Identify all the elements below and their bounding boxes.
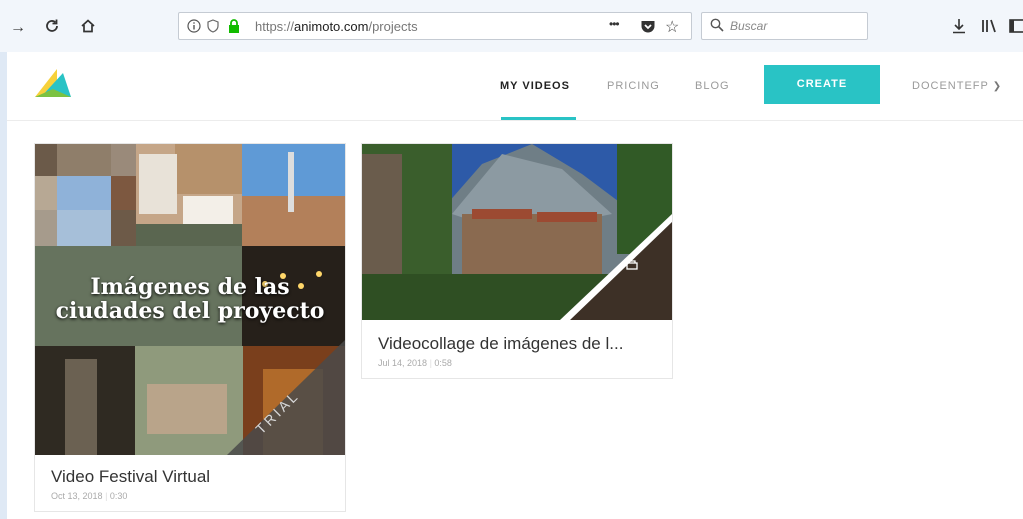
- user-menu[interactable]: DOCENTEFP ❯: [912, 80, 1002, 92]
- pocket-icon[interactable]: [640, 19, 656, 39]
- project-meta: Oct 13, 2018 | 0:30: [51, 491, 128, 501]
- site-page: MY VIDEOS PRICING BLOG CREATE DOCENTEFP …: [7, 52, 1023, 519]
- project-meta: Jul 14, 2018 | 0:58: [378, 358, 452, 368]
- project-duration: 0:30: [109, 491, 128, 501]
- url-bar[interactable]: https://animoto.com/projects ••• ☆: [178, 12, 692, 40]
- project-thumbnail[interactable]: [362, 144, 672, 320]
- project-date: Oct 13, 2018: [51, 491, 103, 501]
- library-icon[interactable]: [979, 18, 999, 38]
- project-card[interactable]: Imágenes de las ciudades del proyecto TR…: [35, 144, 345, 511]
- project-title[interactable]: Videocollage de imágenes de l...: [378, 334, 623, 354]
- lock-icon: [227, 18, 241, 39]
- reload-icon[interactable]: [42, 18, 62, 38]
- tracking-shield-icon[interactable]: [207, 19, 219, 38]
- search-box[interactable]: Buscar: [701, 12, 868, 40]
- chevron-down-icon: ❯: [992, 81, 1003, 92]
- home-icon[interactable]: [78, 18, 98, 38]
- page-actions-menu[interactable]: •••: [609, 17, 620, 31]
- info-icon[interactable]: [187, 19, 201, 38]
- create-button[interactable]: CREATE: [764, 65, 880, 104]
- site-header: MY VIDEOS PRICING BLOG CREATE DOCENTEFP …: [7, 52, 1023, 121]
- search-icon: [710, 18, 724, 37]
- download-icon[interactable]: [949, 18, 969, 38]
- logo[interactable]: [33, 67, 73, 104]
- project-duration: 0:58: [434, 358, 452, 368]
- url-text: https://animoto.com/projects: [255, 19, 418, 34]
- project-card[interactable]: Videocollage de imágenes de l... Jul 14,…: [362, 144, 672, 378]
- active-tab-indicator: [501, 117, 576, 120]
- nav-blog[interactable]: BLOG: [695, 80, 730, 92]
- nav-my-videos[interactable]: MY VIDEOS: [500, 80, 570, 92]
- sidebar-icon[interactable]: [1009, 18, 1023, 38]
- browser-toolbar: → https://animoto.com/projects ••• ☆ Bus…: [0, 0, 1023, 52]
- drive-icon: [626, 258, 638, 276]
- project-thumbnail[interactable]: Imágenes de las ciudades del proyecto TR…: [35, 144, 345, 455]
- star-icon[interactable]: ☆: [665, 17, 679, 37]
- project-date: Jul 14, 2018: [378, 358, 428, 368]
- nav-pricing[interactable]: PRICING: [607, 80, 660, 92]
- project-title[interactable]: Video Festival Virtual: [51, 467, 210, 487]
- user-name: DOCENTEFP: [912, 80, 989, 92]
- video-overlay-title: Imágenes de las ciudades del proyecto: [55, 274, 325, 324]
- search-placeholder: Buscar: [730, 19, 768, 33]
- back-arrow-icon[interactable]: →: [8, 18, 28, 38]
